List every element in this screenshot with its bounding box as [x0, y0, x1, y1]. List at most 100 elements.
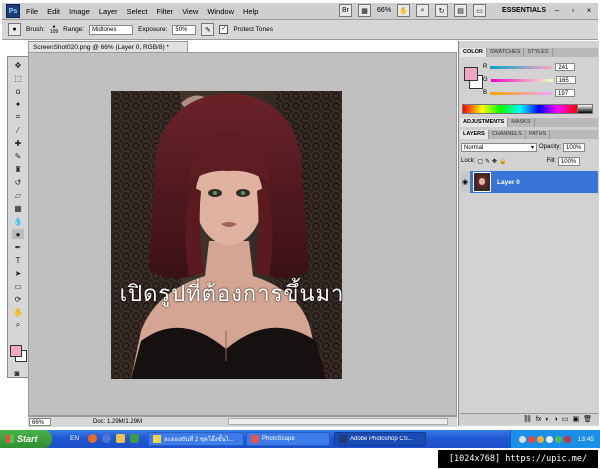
blue-slider[interactable]	[490, 91, 553, 95]
menu-layer[interactable]: Layer	[99, 7, 118, 16]
quick-mask-icon[interactable]: ◙	[11, 368, 23, 378]
document-tab[interactable]: ScreenShot020.png @ 66% (Layer 0, RGB/8)…	[28, 41, 188, 52]
color-panel-foreground[interactable]	[464, 67, 478, 81]
tray-icon[interactable]	[536, 435, 544, 443]
gradient-tool-icon[interactable]: ▦	[12, 203, 24, 213]
trash-icon[interactable]: 🗑	[583, 415, 592, 423]
eye-icon[interactable]: ◉	[460, 171, 470, 193]
tab-layers[interactable]: LAYERS	[460, 130, 489, 139]
tab-styles[interactable]: STYLES	[524, 48, 553, 57]
blur-tool-icon[interactable]: 💧	[12, 216, 24, 226]
brush-picker[interactable]: ● 109	[50, 24, 58, 35]
horizontal-scrollbar[interactable]	[228, 418, 448, 425]
menu-window[interactable]: Window	[207, 7, 234, 16]
task-button-photoscape[interactable]: PhotoScape	[246, 432, 330, 446]
zoom-tool-icon[interactable]: ⌕	[12, 320, 24, 330]
tab-adjustments[interactable]: ADJUSTMENTS	[460, 118, 509, 127]
menu-view[interactable]: View	[182, 7, 198, 16]
blend-mode-select[interactable]: Normal ▾	[461, 142, 537, 152]
ie-icon[interactable]	[102, 434, 111, 443]
tab-paths[interactable]: PATHS	[526, 130, 551, 139]
folder-icon[interactable]	[116, 434, 125, 443]
mini-bridge-icon[interactable]: ▦	[358, 4, 372, 17]
fill-input[interactable]: 100%	[557, 156, 580, 166]
arrange-documents-icon[interactable]: ▤	[454, 4, 468, 17]
tray-icon[interactable]	[554, 435, 562, 443]
lock-transparency-icon[interactable]: ▢	[477, 158, 483, 165]
menu-select[interactable]: Select	[127, 7, 148, 16]
history-brush-tool-icon[interactable]: ↺	[12, 177, 24, 187]
start-button[interactable]: Start	[0, 430, 52, 448]
crop-tool-icon[interactable]: ⌗	[12, 112, 24, 122]
lasso-tool-icon[interactable]: ɑ	[12, 86, 24, 96]
green-slider[interactable]	[490, 78, 553, 82]
foreground-color-swatch[interactable]	[10, 345, 22, 357]
restore-button[interactable]: ▫	[568, 6, 578, 16]
shape-tool-icon[interactable]: ▭	[12, 281, 24, 291]
tab-color[interactable]: COLOR	[460, 48, 487, 57]
range-select[interactable]: Midtones	[89, 24, 134, 35]
language-indicator[interactable]: EN	[70, 435, 79, 442]
airbrush-icon[interactable]: ✎	[201, 23, 215, 36]
clock[interactable]: 13:45	[578, 436, 594, 443]
path-select-tool-icon[interactable]: ➤	[12, 268, 24, 278]
new-group-icon[interactable]: ▭	[562, 415, 569, 423]
firefox-icon[interactable]	[88, 434, 97, 443]
green-value[interactable]: 165	[555, 76, 576, 84]
protect-tones-checkbox[interactable]: ✓	[219, 25, 229, 34]
add-mask-icon[interactable]: ◐	[545, 416, 549, 423]
hand-tool-icon[interactable]: ✋	[397, 4, 411, 17]
screen-mode-icon[interactable]: ▭	[473, 4, 487, 17]
pen-tool-icon[interactable]: ✒	[12, 242, 24, 252]
app-quicklaunch-icon[interactable]	[130, 434, 139, 443]
layer-row[interactable]: ◉ Layer 0	[460, 171, 598, 193]
minimize-button[interactable]: –	[552, 6, 562, 16]
close-button[interactable]: ×	[584, 6, 594, 16]
brush-tool-icon[interactable]: ✎	[12, 151, 24, 161]
grayscale-ramp[interactable]	[577, 104, 593, 114]
red-slider[interactable]	[490, 65, 553, 69]
bridge-icon[interactable]: Br	[339, 4, 353, 17]
menu-filter[interactable]: Filter	[157, 7, 174, 16]
zoom-field[interactable]: 66%	[29, 418, 51, 426]
menu-image[interactable]: Image	[69, 7, 90, 16]
menu-edit[interactable]: Edit	[47, 7, 60, 16]
zoom-level-dropdown[interactable]: 66%	[377, 7, 391, 14]
quick-select-tool-icon[interactable]: ✦	[12, 99, 24, 109]
blue-value[interactable]: 197	[555, 89, 576, 97]
dodge-tool-icon[interactable]: ●	[12, 229, 24, 239]
lock-all-icon[interactable]: 🔒	[499, 158, 506, 165]
move-tool-icon[interactable]: ✥	[12, 60, 24, 70]
layer-style-icon[interactable]: fx	[536, 416, 541, 423]
lock-pixels-icon[interactable]: ✎	[485, 158, 490, 165]
tool-preset-icon[interactable]: ●	[8, 23, 21, 36]
adjustment-layer-icon[interactable]: ◑	[554, 416, 558, 423]
type-tool-icon[interactable]: T	[12, 255, 24, 265]
menu-help[interactable]: Help	[243, 7, 258, 16]
tab-masks[interactable]: MASKS	[508, 118, 535, 127]
hand-tool-icon[interactable]: ✋	[12, 307, 24, 317]
eraser-tool-icon[interactable]: ▱	[12, 190, 24, 200]
workspace-switcher[interactable]: ESSENTIALS	[502, 7, 546, 14]
link-layers-icon[interactable]: ⛓	[523, 415, 532, 423]
exposure-input[interactable]: 50%	[172, 24, 197, 35]
tray-icon[interactable]	[527, 435, 535, 443]
task-button-thai[interactable]: ละอองขันที่ 2 ชุดโอ๊งขั้นไ...	[148, 432, 244, 446]
opacity-input[interactable]: 100%	[563, 142, 586, 152]
tray-icon[interactable]	[545, 435, 553, 443]
clone-stamp-tool-icon[interactable]: ♜	[12, 164, 24, 174]
layer-name[interactable]: Layer 0	[497, 179, 520, 186]
task-button-photoshop[interactable]: Adobe Photoshop CS...	[334, 432, 426, 446]
red-value[interactable]: 241	[555, 63, 576, 71]
3d-rotate-tool-icon[interactable]: ⟳	[12, 294, 24, 304]
tab-channels[interactable]: CHANNELS	[489, 130, 526, 139]
document-image[interactable]	[111, 91, 342, 379]
zoom-tool-icon[interactable]: ⌕	[416, 4, 430, 17]
color-spectrum[interactable]	[462, 104, 578, 114]
tab-swatches[interactable]: SWATCHES	[487, 48, 525, 57]
healing-brush-tool-icon[interactable]: ✚	[12, 138, 24, 148]
tray-icon[interactable]	[563, 435, 571, 443]
eyedropper-tool-icon[interactable]: ⁄	[12, 125, 24, 135]
menu-file[interactable]: File	[26, 7, 38, 16]
lock-position-icon[interactable]: ✥	[492, 158, 497, 165]
